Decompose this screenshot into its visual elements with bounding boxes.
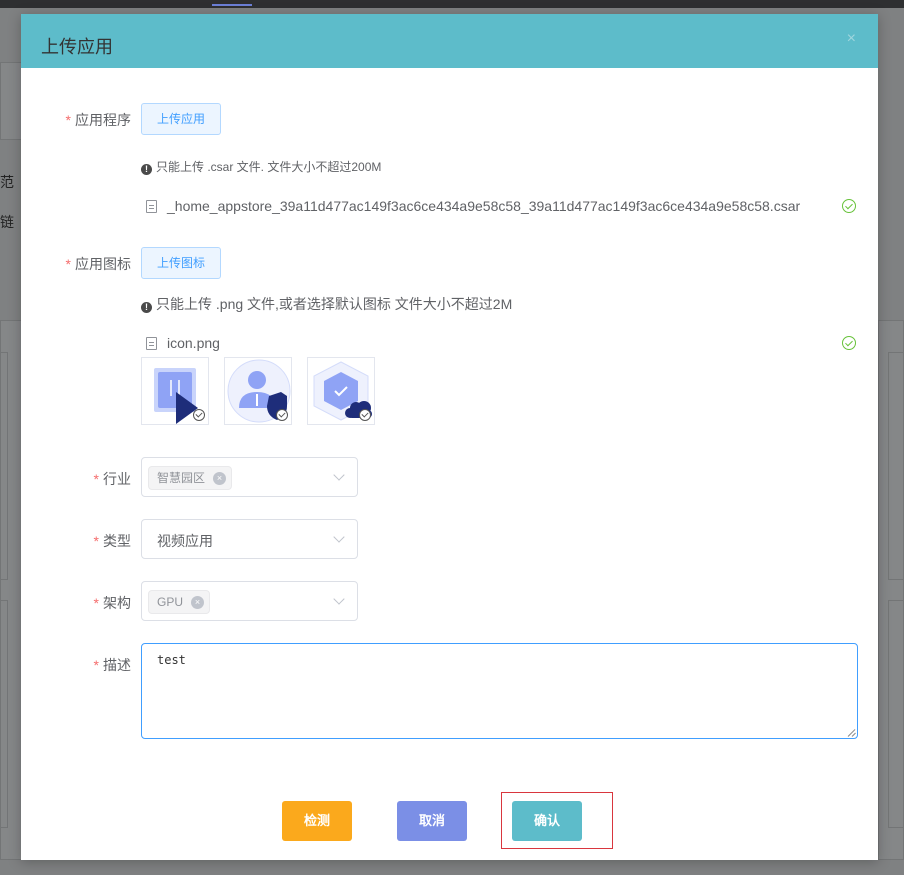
default-icon-user[interactable] [224, 357, 292, 425]
type-select-value: 视频应用 [157, 533, 213, 549]
app-file-name: _home_appstore_39a11d477ac149f3ac6ce434a… [167, 198, 801, 214]
arch-label-text: 架构 [103, 595, 131, 611]
description-textarea[interactable]: test [141, 643, 858, 739]
info-icon: ! [141, 302, 152, 313]
arch-tag: GPU × [148, 590, 211, 614]
app-icon-file-name: icon.png [167, 335, 220, 351]
app-file-tip: ! 只能上传 .csar 文件. 文件大小不超过200M [141, 158, 381, 175]
chevron-down-icon [333, 531, 345, 543]
app-icon-label: * 应用图标 [61, 254, 131, 274]
upload-app-button[interactable]: 上传应用 [141, 103, 222, 135]
arch-select[interactable]: GPU × [141, 581, 358, 621]
description-label: * 描述 [61, 655, 131, 675]
cancel-button[interactable]: 取消 [397, 801, 467, 841]
required-mark: * [93, 533, 99, 549]
industry-tag: 智慧园区 × [148, 466, 233, 490]
background-card [0, 352, 8, 580]
arch-label: * 架构 [61, 593, 131, 613]
info-icon: ! [141, 164, 152, 175]
default-icon-video[interactable] [141, 357, 209, 425]
required-mark: * [65, 112, 71, 128]
confirm-button[interactable]: 确认 [512, 801, 582, 841]
description-label-text: 描述 [103, 657, 131, 673]
background-card [888, 600, 904, 828]
background-panel [0, 62, 22, 140]
tag-close-icon[interactable]: × [213, 472, 227, 485]
required-mark: * [93, 471, 99, 487]
arch-tag-text: GPU [157, 595, 184, 609]
check-circle-icon [842, 199, 856, 213]
industry-select[interactable]: 智慧园区 × [141, 457, 358, 497]
check-circle-icon [276, 409, 288, 421]
industry-label: * 行业 [61, 469, 131, 489]
required-mark: * [65, 256, 71, 272]
background-card [888, 352, 904, 580]
type-label: * 类型 [61, 531, 131, 551]
app-icon-file-item[interactable]: icon.png [146, 333, 856, 355]
app-file-label: * 应用程序 [61, 110, 131, 130]
chevron-down-icon [333, 469, 345, 481]
type-label-text: 类型 [103, 533, 131, 549]
check-circle-icon [359, 409, 371, 421]
tag-close-icon[interactable]: × [191, 596, 205, 609]
app-icon-label-text: 应用图标 [75, 256, 131, 272]
dialog-title: 上传应用 [41, 37, 113, 57]
app-file-item[interactable]: _home_appstore_39a11d477ac149f3ac6ce434a… [146, 196, 856, 218]
required-mark: * [93, 657, 99, 673]
upload-app-dialog: 上传应用 × * 应用程序 上传应用 ! 只能上传 .csar 文件. 文件大小不超… [21, 14, 878, 860]
industry-label-text: 行业 [103, 471, 131, 487]
check-button[interactable]: 检测 [282, 801, 352, 841]
check-circle-icon [193, 409, 205, 421]
document-icon [146, 337, 157, 350]
required-mark: * [93, 595, 99, 611]
background-card [0, 600, 8, 828]
background-text-fragment: 范 [0, 174, 14, 190]
upload-icon-button[interactable]: 上传图标 [141, 247, 222, 279]
background-top-bar [0, 0, 904, 8]
document-icon [146, 200, 157, 213]
default-icon-cloud[interactable] [307, 357, 375, 425]
close-icon[interactable]: × [847, 30, 856, 48]
app-file-label-text: 应用程序 [75, 112, 131, 128]
background-text-fragment: 链 [0, 214, 14, 230]
app-file-tip-text: 只能上传 .csar 文件. 文件大小不超过200M [156, 160, 382, 174]
app-icon-tip-text: 只能上传 .png 文件,或者选择默认图标 文件大小不超过2M [156, 296, 513, 312]
check-circle-icon [842, 336, 856, 350]
background-tab-indicator [212, 4, 252, 6]
dialog-header: 上传应用 × [21, 14, 878, 68]
type-select[interactable]: 视频应用 [141, 519, 358, 559]
chevron-down-icon [333, 593, 345, 605]
app-icon-tip: ! 只能上传 .png 文件,或者选择默认图标 文件大小不超过2M [141, 294, 512, 314]
industry-tag-text: 智慧园区 [157, 471, 206, 485]
